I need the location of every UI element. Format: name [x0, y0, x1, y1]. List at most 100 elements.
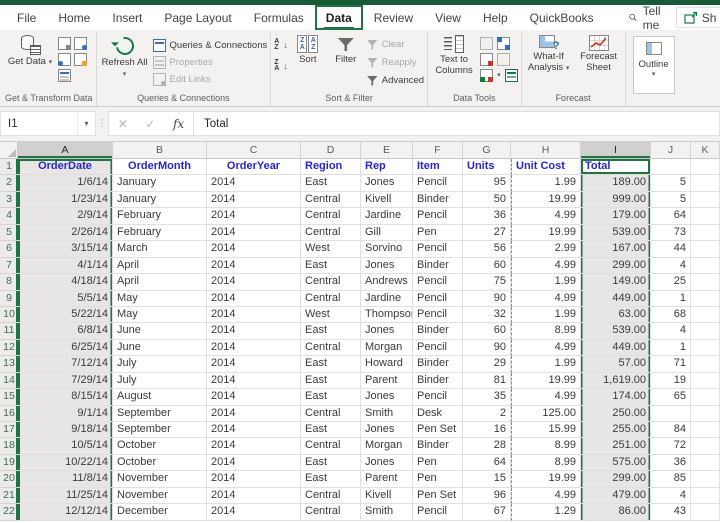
- cell-A17[interactable]: 9/18/14: [18, 422, 113, 439]
- cell-A22[interactable]: 12/12/14: [18, 504, 113, 521]
- cell-B8[interactable]: April: [113, 274, 207, 291]
- cell-G13[interactable]: 29: [463, 356, 511, 373]
- cell-B4[interactable]: February: [113, 208, 207, 225]
- queries-connections-button[interactable]: Queries & Connections: [152, 38, 267, 53]
- cell-K3[interactable]: [691, 191, 720, 209]
- cell-B5[interactable]: February: [113, 224, 207, 242]
- relationships-icon[interactable]: [497, 37, 511, 50]
- cell-A12[interactable]: 6/25/14: [18, 339, 113, 357]
- cell-I20[interactable]: 299.00: [581, 471, 651, 488]
- cell-H16[interactable]: 125.00: [511, 405, 581, 422]
- cell-B19[interactable]: October: [113, 454, 207, 472]
- cell-D12[interactable]: Central: [301, 339, 361, 357]
- cell-F7[interactable]: Binder: [413, 257, 463, 275]
- cell-B9[interactable]: May: [113, 290, 207, 307]
- cell-H14[interactable]: 19.99: [511, 372, 581, 390]
- cell-D5[interactable]: Central: [301, 224, 361, 242]
- cell-F2[interactable]: Pencil: [413, 175, 463, 192]
- cell-A5[interactable]: 2/26/14: [18, 224, 113, 242]
- cell-C9[interactable]: 2014: [207, 290, 301, 307]
- cell-D8[interactable]: Central: [301, 274, 361, 291]
- column-header-A[interactable]: A: [18, 142, 113, 159]
- tab-formulas[interactable]: Formulas: [243, 5, 315, 30]
- cell-E19[interactable]: Jones: [361, 454, 413, 472]
- cell-D21[interactable]: Central: [301, 487, 361, 505]
- cell-C13[interactable]: 2014: [207, 356, 301, 373]
- cell-B1[interactable]: OrderMonth: [113, 159, 207, 176]
- cell-G22[interactable]: 67: [463, 504, 511, 521]
- cell-I10[interactable]: 63.00: [581, 306, 651, 324]
- cell-J16[interactable]: [651, 405, 691, 422]
- name-box[interactable]: I1 ▾: [0, 111, 96, 136]
- cell-D10[interactable]: West: [301, 306, 361, 324]
- cell-F10[interactable]: Pencil: [413, 306, 463, 324]
- cell-K19[interactable]: [691, 454, 720, 472]
- cell-F16[interactable]: Desk: [413, 405, 463, 422]
- cell-J2[interactable]: 5: [651, 175, 691, 192]
- cell-E3[interactable]: Kivell: [361, 191, 413, 209]
- cell-I8[interactable]: 149.00: [581, 274, 651, 291]
- row-header-21[interactable]: 21: [0, 487, 18, 505]
- cell-E9[interactable]: Jardine: [361, 290, 413, 307]
- cell-F21[interactable]: Pen Set: [413, 487, 463, 505]
- cell-G16[interactable]: 2: [463, 405, 511, 422]
- cell-I6[interactable]: 167.00: [581, 241, 651, 258]
- tab-data[interactable]: Data: [314, 5, 363, 30]
- filter-button[interactable]: Filter: [328, 33, 364, 66]
- column-header-G[interactable]: G: [463, 142, 511, 159]
- cell-C4[interactable]: 2014: [207, 208, 301, 225]
- cell-K22[interactable]: [691, 504, 720, 521]
- cell-H7[interactable]: 4.99: [511, 257, 581, 275]
- cancel-icon[interactable]: ✕: [118, 117, 128, 131]
- cell-F3[interactable]: Binder: [413, 191, 463, 209]
- cell-D20[interactable]: East: [301, 471, 361, 488]
- row-header-16[interactable]: 16: [0, 405, 18, 422]
- cell-H12[interactable]: 4.99: [511, 339, 581, 357]
- cell-C17[interactable]: 2014: [207, 422, 301, 439]
- cell-H18[interactable]: 8.99: [511, 438, 581, 455]
- data-validation-icon[interactable]: [480, 69, 494, 82]
- tab-page-layout[interactable]: Page Layout: [153, 5, 242, 30]
- cell-E11[interactable]: Jones: [361, 323, 413, 340]
- cell-I5[interactable]: 539.00: [581, 224, 651, 242]
- cell-E13[interactable]: Howard: [361, 356, 413, 373]
- consolidate-icon[interactable]: [497, 53, 511, 66]
- from-text-csv-icon[interactable]: [58, 37, 71, 50]
- cell-J13[interactable]: 71: [651, 356, 691, 373]
- cell-C1[interactable]: OrderYear: [207, 159, 301, 176]
- cell-A18[interactable]: 10/5/14: [18, 438, 113, 455]
- cell-H15[interactable]: 4.99: [511, 389, 581, 406]
- cell-A7[interactable]: 4/1/14: [18, 257, 113, 275]
- cell-A14[interactable]: 7/29/14: [18, 372, 113, 390]
- row-header-4[interactable]: 4: [0, 208, 18, 225]
- row-header-8[interactable]: 8: [0, 274, 18, 291]
- cell-C12[interactable]: 2014: [207, 339, 301, 357]
- cell-A2[interactable]: 1/6/14: [18, 175, 113, 192]
- cell-I21[interactable]: 479.00: [581, 487, 651, 505]
- cell-B20[interactable]: November: [113, 471, 207, 488]
- cell-J15[interactable]: 65: [651, 389, 691, 406]
- cell-E16[interactable]: Smith: [361, 405, 413, 422]
- cell-H1[interactable]: Unit Cost: [511, 159, 581, 176]
- cell-G17[interactable]: 16: [463, 422, 511, 439]
- cell-F14[interactable]: Binder: [413, 372, 463, 390]
- remove-duplicates-icon[interactable]: [480, 53, 494, 66]
- column-header-H[interactable]: H: [511, 142, 581, 159]
- row-header-13[interactable]: 13: [0, 356, 18, 373]
- cell-F4[interactable]: Pencil: [413, 208, 463, 225]
- cell-B22[interactable]: December: [113, 504, 207, 521]
- cell-I7[interactable]: 299.00: [581, 257, 651, 275]
- cell-B6[interactable]: March: [113, 241, 207, 258]
- cell-J19[interactable]: 36: [651, 454, 691, 472]
- enter-icon[interactable]: ✓: [145, 117, 155, 131]
- cell-E12[interactable]: Morgan: [361, 339, 413, 357]
- select-all-corner[interactable]: [0, 142, 18, 159]
- cell-D16[interactable]: Central: [301, 405, 361, 422]
- row-header-3[interactable]: 3: [0, 191, 18, 209]
- cell-G5[interactable]: 27: [463, 224, 511, 242]
- cell-E17[interactable]: Jones: [361, 422, 413, 439]
- cell-D18[interactable]: Central: [301, 438, 361, 455]
- cell-K1[interactable]: [691, 159, 720, 176]
- sort-ascending-button[interactable]: AZ ↓: [274, 37, 288, 52]
- cell-A1[interactable]: OrderDate: [18, 159, 113, 176]
